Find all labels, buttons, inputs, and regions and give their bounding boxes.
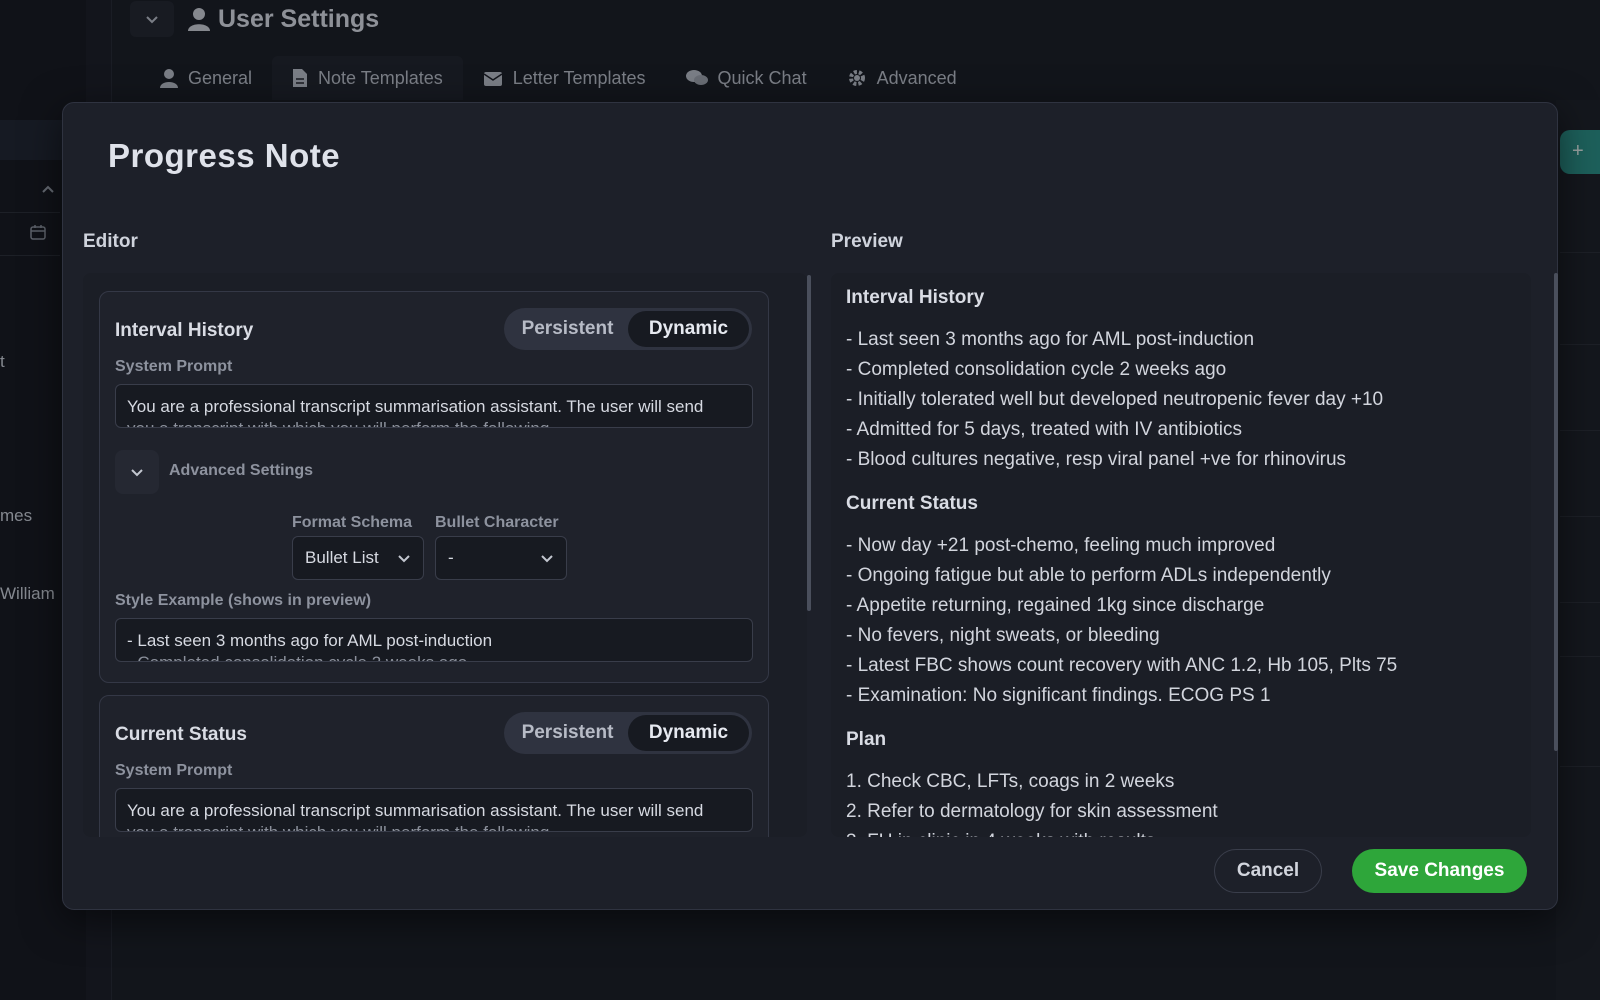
toggle-dynamic[interactable]: Dynamic bbox=[628, 715, 749, 751]
preview-line: - Now day +21 post-chemo, feeling much i… bbox=[846, 535, 1276, 556]
system-prompt-overflow: you a transcript with which you will per… bbox=[127, 418, 741, 427]
section-title: Interval History bbox=[115, 320, 254, 341]
preview-line: 3. FU in clinic in 4 weeks with results bbox=[846, 827, 1516, 837]
section-card-interval-history: Interval History Persistent Dynamic Syst… bbox=[99, 291, 769, 683]
preview-heading: Plan bbox=[846, 729, 887, 750]
system-prompt-label: System Prompt bbox=[115, 762, 233, 779]
style-example-input[interactable]: - Last seen 3 months ago for AML post-in… bbox=[115, 618, 753, 662]
preview-line: - Admitted for 5 days, treated with IV a… bbox=[846, 419, 1243, 440]
section-card-current-status: Current Status Persistent Dynamic System… bbox=[99, 695, 769, 837]
preview-section: Current Status - Now day +21 post-chemo,… bbox=[846, 493, 1516, 711]
preview-line: - Last seen 3 months ago for AML post-in… bbox=[846, 329, 1255, 350]
editor-pane[interactable]: Interval History Persistent Dynamic Syst… bbox=[83, 273, 807, 837]
preview-line: - No fevers, night sweats, or bleeding bbox=[846, 625, 1160, 646]
chevron-down-icon bbox=[398, 555, 410, 563]
preview-line: - Blood cultures negative, resp viral pa… bbox=[846, 449, 1347, 470]
preview-line: 2. Refer to dermatology for skin assessm… bbox=[846, 801, 1218, 822]
modal-title: Progress Note bbox=[108, 137, 341, 174]
preview-heading: Current Status bbox=[846, 493, 978, 514]
editor-scrollbar[interactable] bbox=[807, 275, 811, 611]
preview-line: - Ongoing fatigue but able to perform AD… bbox=[846, 565, 1331, 586]
preview-line: 1. Check CBC, LFTs, coags in 2 weeks bbox=[846, 771, 1175, 792]
system-prompt-label: System Prompt bbox=[115, 358, 233, 375]
preview-line: - Latest FBC shows count recovery with A… bbox=[846, 655, 1398, 676]
preview-line: - Examination: No significant findings. … bbox=[846, 685, 1271, 706]
toggle-dynamic[interactable]: Dynamic bbox=[628, 311, 749, 347]
chevron-down-icon bbox=[131, 469, 143, 477]
template-editor-modal: Progress Note Editor Preview Interval Hi… bbox=[62, 102, 1558, 910]
persistence-toggle: Persistent Dynamic bbox=[504, 712, 752, 754]
system-prompt-input[interactable]: You are a professional transcript summar… bbox=[115, 788, 753, 832]
save-changes-button[interactable]: Save Changes bbox=[1352, 849, 1527, 893]
bullet-character-label: Bullet Character bbox=[435, 514, 559, 531]
system-prompt-input[interactable]: You are a professional transcript summar… bbox=[115, 384, 753, 428]
system-prompt-text: You are a professional transcript summar… bbox=[127, 397, 704, 416]
preview-scrollbar[interactable] bbox=[1554, 273, 1558, 751]
preview-line: - Appetite returning, regained 1kg since… bbox=[846, 595, 1265, 616]
style-example-overflow: - Completed consolidation cycle 2 weeks … bbox=[127, 652, 741, 661]
advanced-settings-label: Advanced Settings bbox=[169, 462, 314, 479]
bullet-character-select[interactable]: - bbox=[435, 536, 567, 580]
preview-label: Preview bbox=[831, 231, 903, 252]
preview-section: Interval History - Last seen 3 months ag… bbox=[846, 287, 1516, 475]
system-prompt-overflow: you a transcript with which you will per… bbox=[127, 822, 741, 831]
bullet-character-value: - bbox=[448, 548, 454, 567]
format-schema-select[interactable]: Bullet List bbox=[292, 536, 424, 580]
preview-heading: Interval History bbox=[846, 287, 985, 308]
style-example-label: Style Example (shows in preview) bbox=[115, 592, 372, 609]
section-title: Current Status bbox=[115, 724, 247, 745]
preview-line: - Initially tolerated well but developed… bbox=[846, 389, 1384, 410]
cancel-button[interactable]: Cancel bbox=[1214, 849, 1322, 893]
format-schema-label: Format Schema bbox=[292, 514, 413, 531]
editor-label: Editor bbox=[83, 231, 138, 252]
format-schema-value: Bullet List bbox=[305, 548, 379, 567]
toggle-persistent[interactable]: Persistent bbox=[507, 715, 628, 751]
style-example-text: - Last seen 3 months ago for AML post-in… bbox=[127, 631, 493, 650]
advanced-settings-toggle[interactable] bbox=[115, 450, 159, 494]
preview-line: - Completed consolidation cycle 2 weeks … bbox=[846, 359, 1227, 380]
toggle-persistent[interactable]: Persistent bbox=[507, 311, 628, 347]
persistence-toggle: Persistent Dynamic bbox=[504, 308, 752, 350]
preview-pane: Interval History - Last seen 3 months ag… bbox=[831, 273, 1531, 837]
system-prompt-text: You are a professional transcript summar… bbox=[127, 801, 704, 820]
chevron-down-icon bbox=[541, 555, 553, 563]
preview-section: Plan 1. Check CBC, LFTs, coags in 2 week… bbox=[846, 729, 1516, 837]
